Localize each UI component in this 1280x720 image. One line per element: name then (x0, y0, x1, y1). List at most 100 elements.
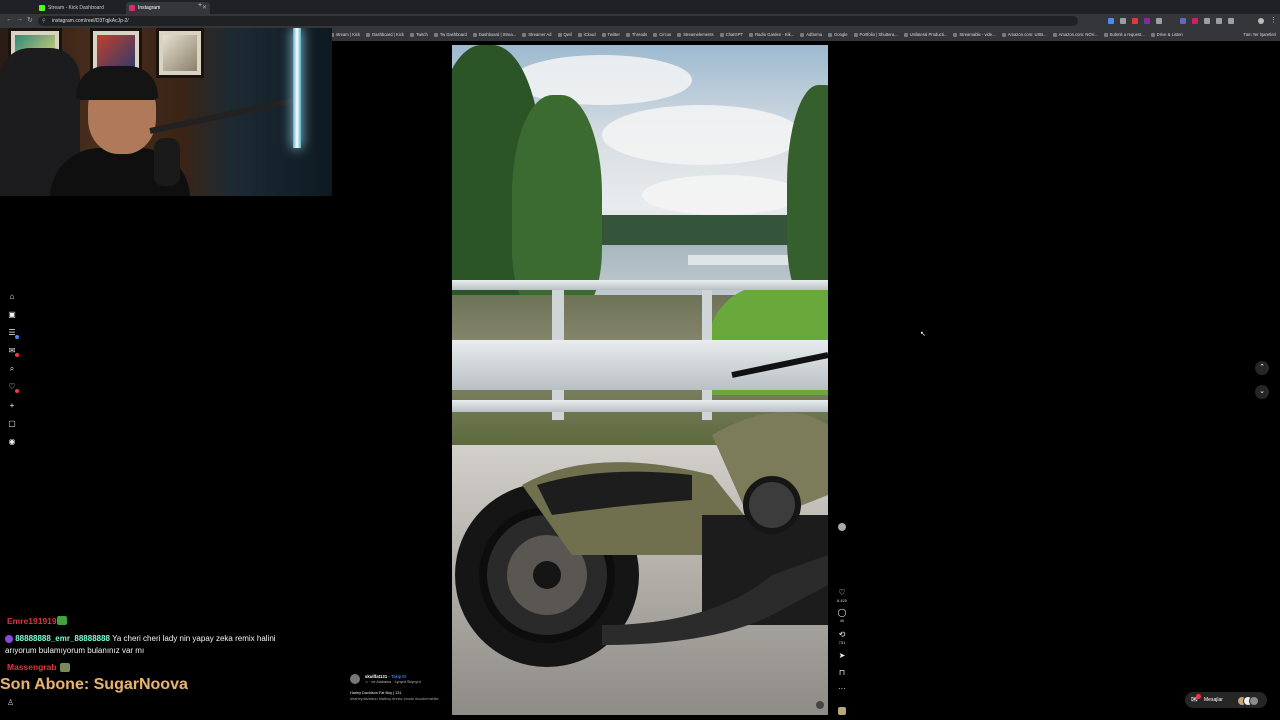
audio-thumbnail[interactable] (834, 702, 850, 720)
bookmark-item[interactable]: Google (828, 28, 848, 41)
caption-hashtags[interactable]: #harleydavidson #fatboy #relax #moto #cu… (350, 697, 450, 702)
mic-arm (149, 96, 298, 134)
bookmark-item[interactable]: Portfolio | Shuttera... (853, 28, 898, 41)
follow-button[interactable]: Takip Et (391, 674, 406, 679)
profile-avatar-icon[interactable] (1258, 18, 1264, 24)
send-icon: ➤ (838, 651, 846, 660)
mute-icon[interactable] (816, 701, 824, 709)
bookmark-item[interactable]: Twitter (601, 28, 620, 41)
led-light-bar (293, 28, 301, 148)
url-input[interactable]: ⚲ instagram.com/reel/D3TqjkAcJp-2/ (38, 16, 1078, 26)
create-icon[interactable]: + (6, 400, 18, 412)
kick-favicon-icon (39, 5, 45, 11)
bookmark-item[interactable]: Dashboard | Kick (366, 28, 404, 41)
likes-icon[interactable]: ♡ (6, 381, 19, 393)
browser-tabbar: Stream - Kick Dashboard ✕ Instagram ✕ + (0, 0, 1280, 14)
creator-avatar-icon[interactable] (834, 518, 850, 536)
new-tab-button[interactable]: + (198, 2, 202, 9)
guardrail-top (452, 280, 828, 290)
previous-reel-button[interactable]: ⌃ (1255, 361, 1269, 375)
bookmark-item[interactable]: Tw Dashboard (433, 28, 467, 41)
extension-icon[interactable] (1204, 18, 1210, 24)
bookmark-item[interactable]: Streamelements (677, 28, 714, 41)
wall-picture (156, 28, 204, 78)
bookmark-item[interactable]: Twitch (409, 28, 428, 41)
save-button[interactable]: ⊓ (834, 668, 850, 678)
microphone (154, 138, 180, 186)
webcam-overlay (0, 28, 332, 196)
subscriber-badge-icon (5, 634, 13, 643)
address-bar-row: ← → ↻ ⚲ instagram.com/reel/D3TqjkAcJp-2/… (0, 14, 1280, 28)
motorcycle (455, 352, 828, 667)
chat-username: 88888888_emr_88888888 (15, 634, 110, 643)
bookmark-item[interactable]: Dashboard | Strea... (472, 28, 516, 41)
site-info-icon[interactable]: ⚲ (42, 16, 46, 26)
search-icon[interactable]: ⌕ (6, 363, 18, 375)
bookmark-item[interactable]: Adfarma (800, 28, 822, 41)
bookmark-item[interactable]: stream | Kick (330, 28, 360, 41)
username-link[interactable]: skullfat131 (365, 674, 387, 679)
user-avatar[interactable] (350, 674, 360, 684)
extension-icon[interactable] (1216, 18, 1222, 24)
reels-icon[interactable]: ▣ (6, 309, 18, 321)
extension-icon[interactable] (1228, 18, 1234, 24)
bookmark-item[interactable]: iCloud (577, 28, 596, 41)
like-button[interactable]: ♡ 6.420 (834, 588, 850, 603)
comment-button[interactable]: ◯ 40 (834, 608, 850, 623)
home-icon[interactable]: ⌂ (6, 291, 18, 303)
share-count: 731 (838, 640, 846, 645)
messages-button[interactable]: ✉ Mesajlar (1185, 692, 1267, 708)
bookmark-item[interactable]: Amazon.com: NOV... (1052, 28, 1098, 41)
bookmark-item[interactable]: Unilateral Producti... (903, 28, 947, 41)
profile-icon[interactable]: ▢ (6, 418, 18, 430)
extension-icon[interactable] (1132, 18, 1138, 24)
extension-icon[interactable] (1156, 18, 1162, 24)
bookmark-item[interactable]: ChatGPT (719, 28, 743, 41)
bookmark-item[interactable]: Submit a request... (1103, 28, 1145, 41)
reload-icon[interactable]: ↻ (27, 16, 33, 24)
cloud (642, 175, 802, 215)
bookmark-item[interactable]: Amazon.com: USB... (1001, 28, 1047, 41)
extension-icon[interactable] (1108, 18, 1114, 24)
bookmarks-bar: stream | Kick Dashboard | Kick Twitch Tw Da… (330, 28, 1280, 41)
close-tab-icon[interactable]: ✕ (202, 2, 207, 14)
cloud (602, 105, 802, 165)
last-subscriber-label: Son Abone: SugarNoova (0, 676, 188, 693)
extension-icon[interactable] (1144, 18, 1150, 24)
share-button[interactable]: ⟲ 731 (834, 630, 850, 645)
bookmark-item[interactable]: Streamable - vide... (953, 28, 996, 41)
explore-icon[interactable]: ☰ (6, 327, 19, 339)
reel-video[interactable] (452, 45, 828, 715)
send-button[interactable]: ➤ (834, 651, 850, 661)
bookmark-item[interactable]: Circus (653, 28, 671, 41)
messenger-icon: ✉ (1191, 694, 1201, 705)
more-options-button[interactable]: ··· (834, 684, 850, 694)
bookmark-item[interactable]: Qwil (557, 28, 572, 41)
next-reel-button[interactable]: ⌄ (1255, 385, 1269, 399)
back-icon[interactable]: ← (6, 16, 13, 23)
threads-icon[interactable]: ◉ (6, 436, 18, 448)
notifications-icon[interactable]: ✉ (6, 345, 19, 357)
extension-icon[interactable] (1180, 18, 1186, 24)
bookmark-item[interactable]: Streamer Ad (522, 28, 552, 41)
all-bookmarks-button[interactable]: Tüm Yer İşaretleri (1243, 28, 1276, 41)
chat-username: Emre191919 (7, 616, 57, 626)
tab-label: Instagram (138, 5, 161, 11)
url-text: instagram.com/reel/D3TqjkAcJp-2/ (52, 18, 129, 24)
extension-icon[interactable] (1120, 18, 1126, 24)
cloud (512, 55, 692, 105)
messages-label: Mesajlar (1204, 697, 1223, 703)
tab-label: Stream - Kick Dashboard (48, 5, 104, 11)
bookmark-item[interactable]: Threads (625, 28, 647, 41)
more-icon: ··· (838, 684, 846, 693)
bookmark-item[interactable]: Radio Garden - Kik... (749, 28, 794, 41)
audio-track[interactable]: ♫ · ne Alabama · Lynyrd Skynyrd (365, 680, 421, 685)
account-icon[interactable]: ♙ (7, 698, 14, 707)
extension-icon[interactable] (1192, 18, 1198, 24)
forward-icon[interactable]: → (16, 16, 23, 23)
streamer-cap (76, 66, 158, 100)
bookmark-item[interactable]: Drive & Listen (1150, 28, 1183, 41)
contact-avatar (1249, 696, 1259, 706)
menu-icon[interactable]: ⋮ (1270, 16, 1277, 24)
heart-icon: ♡ (838, 588, 846, 597)
